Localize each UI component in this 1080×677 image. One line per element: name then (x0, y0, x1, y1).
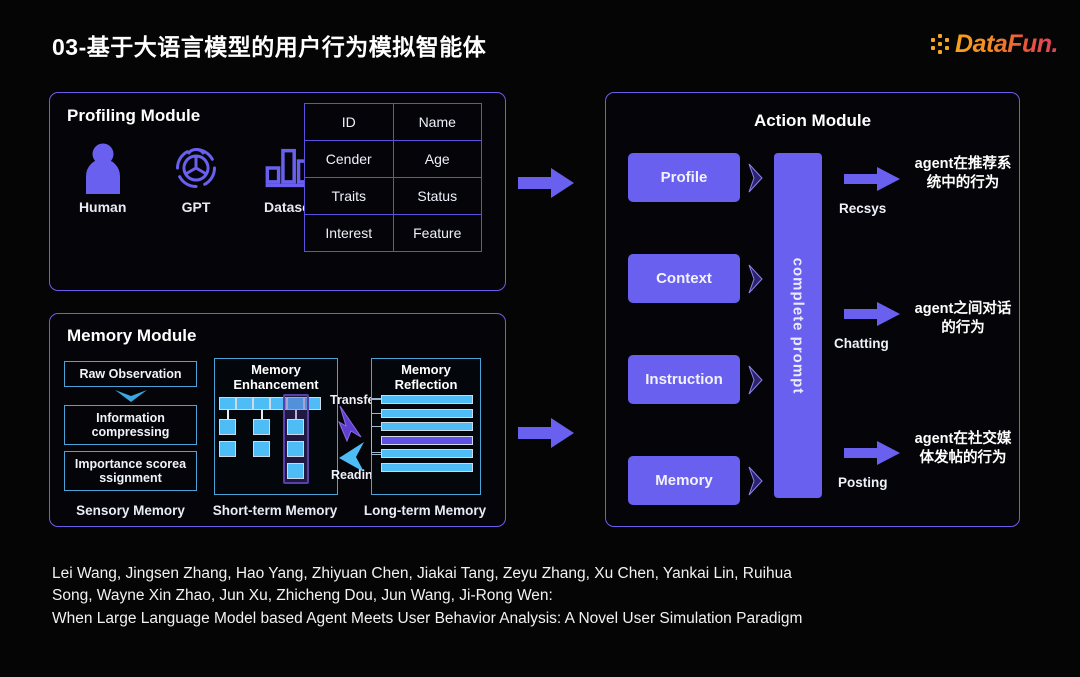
reflection-bar (381, 422, 473, 431)
memory-reflection-bars (371, 395, 473, 476)
action-input-profile[interactable]: Profile (628, 153, 740, 202)
output-text-recsys: agent在推荐系统中的行为 (914, 156, 1012, 191)
table-cell: Traits (304, 177, 394, 215)
bars-bracket-icon (371, 398, 381, 455)
action-input-context[interactable]: Context (628, 254, 740, 303)
reflection-bar-highlight (381, 435, 473, 445)
memory-enhancement-box: Memory Enhancement (214, 358, 338, 495)
profile-attributes-table: ID Name Cender Age Traits Status Interes… (304, 103, 482, 252)
table-cell: Name (392, 103, 482, 141)
table-row: ID Name (304, 103, 482, 141)
short-term-memory-caption: Short-term Memory (212, 503, 338, 518)
memory-reflection-title-line1: Memory (401, 362, 451, 377)
memory-module-title: Memory Module (67, 326, 197, 345)
table-cell: Feature (392, 214, 482, 252)
profiling-icon-row: Human GPT Dataset (66, 139, 326, 215)
reflection-bar (381, 449, 473, 458)
grid-cell (287, 463, 304, 479)
chatting-label: Chatting (834, 336, 889, 351)
action-module-panel: Action Module Profile Context Instructio… (605, 92, 1020, 527)
sensory-memory-group: Raw Observation Information compressing … (64, 361, 197, 491)
complete-prompt-column: complete prompt (774, 153, 822, 498)
profiling-icon-label: GPT (181, 199, 211, 215)
recsys-label: Recsys (839, 201, 887, 216)
information-compressing-box: Information compressing (64, 405, 197, 445)
posting-arrow-icon (844, 441, 900, 465)
grid-cell (253, 419, 270, 435)
logo-dots-icon (931, 33, 951, 57)
citation-block: Lei Wang, Jingsen Zhang, Hao Yang, Zhiyu… (52, 563, 1027, 630)
action-module-title: Action Module (753, 111, 872, 130)
chevron-right-icon (747, 163, 763, 193)
human-icon (66, 139, 139, 197)
sensory-memory-caption: Sensory Memory (76, 503, 185, 518)
importance-score-assignment-box: Importance scorea ssignment (64, 451, 197, 491)
memory-enhancement-title-line2: Enhancement (233, 376, 319, 392)
table-cell: Age (392, 140, 482, 178)
table-cell: Status (392, 177, 482, 215)
memory-reflection-title: Memory Reflection (372, 362, 480, 392)
grid-cell (236, 397, 253, 410)
arrow-profiling-to-action-icon (518, 168, 574, 198)
action-input-instruction[interactable]: Instruction (628, 355, 740, 404)
reflection-bar (381, 462, 473, 472)
grid-connector (261, 410, 263, 419)
profiling-icon-human: Human (66, 139, 139, 215)
grid-cell (253, 397, 270, 410)
table-cell: ID (304, 103, 394, 141)
datafun-logo: DataFun. (931, 30, 1058, 59)
output-text-chatting: agent之间对话的行为 (914, 301, 1012, 336)
grid-cell (287, 419, 304, 435)
memory-enhancement-title: Memory Enhancement (215, 362, 337, 392)
reflection-bar (381, 395, 473, 404)
down-arrow-icon (64, 387, 197, 405)
grid-connector (227, 410, 229, 419)
citation-line-1: Lei Wang, Jingsen Zhang, Hao Yang, Zhiyu… (52, 565, 792, 582)
action-input-memory[interactable]: Memory (628, 456, 740, 505)
output-text-posting: agent在社交媒体发帖的行为 (914, 431, 1012, 466)
posting-label: Posting (838, 475, 888, 490)
profiling-icon-gpt: GPT (159, 139, 232, 215)
citation-line-3: When Large Language Model based Agent Me… (52, 609, 803, 627)
grid-cell (219, 419, 236, 435)
logo-text: DataFun. (955, 30, 1058, 58)
memory-reflection-title-line2: Reflection (394, 376, 458, 392)
grid-cell (253, 441, 270, 457)
table-cell: Cender (304, 140, 394, 178)
profiling-module-title: Profiling Module (67, 106, 201, 125)
raw-observation-box: Raw Observation (64, 361, 197, 387)
slide-root: 03-基于大语言模型的用户行为模拟智能体 DataFun. Profiling … (0, 0, 1080, 677)
memory-enhancement-grid (219, 394, 333, 489)
chevron-right-icon (747, 264, 763, 294)
chevron-right-icon (747, 365, 763, 395)
memory-reflection-box: Memory Reflection (371, 358, 481, 495)
table-row: Cender Age (304, 140, 482, 178)
grid-cell (219, 441, 236, 457)
table-cell: Interest (304, 214, 394, 252)
page-title: 03-基于大语言模型的用户行为模拟智能体 (52, 34, 487, 60)
memory-enhancement-title-line1: Memory (251, 362, 301, 377)
chevron-right-icon (747, 466, 763, 496)
recsys-arrow-icon (844, 167, 900, 191)
gpt-icon (159, 139, 232, 197)
profiling-icon-label: Human (78, 199, 127, 215)
reflection-bar (381, 408, 473, 418)
arrow-memory-to-action-icon (518, 418, 574, 448)
table-row: Interest Feature (304, 214, 482, 252)
table-row: Traits Status (304, 177, 482, 215)
citation-line-2: Song, Wayne Xin Zhao, Jun Xu, Zhicheng D… (52, 587, 553, 605)
grid-cell (219, 397, 236, 410)
grid-cell (287, 441, 304, 457)
chatting-arrow-icon (844, 302, 900, 326)
long-term-memory-caption: Long-term Memory (363, 503, 487, 518)
complete-prompt-label: complete prompt (789, 257, 807, 394)
